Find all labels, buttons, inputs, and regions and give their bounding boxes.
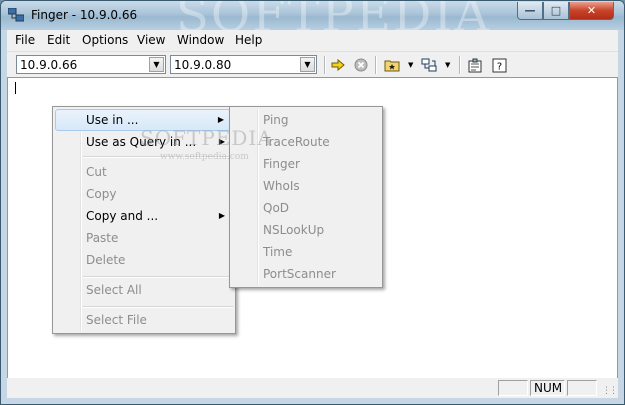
svg-text:?: ?: [496, 61, 501, 72]
submenu-item-portscanner[interactable]: PortScanner: [232, 263, 380, 285]
toolbar-separator: [375, 56, 377, 74]
menu-window[interactable]: Window: [177, 33, 224, 47]
menu-separator: [83, 276, 233, 278]
arrow-right-icon: [331, 59, 345, 71]
minimize-icon: —: [524, 4, 536, 17]
go-button[interactable]: [329, 56, 347, 74]
properties-button[interactable]: [466, 56, 484, 74]
submenu-item-finger[interactable]: Finger: [232, 153, 380, 175]
menu-item-label: Copy and ...: [86, 209, 159, 223]
window-title: Finger - 10.9.0.66: [31, 8, 138, 22]
softpedia-watermark: SOFTPEDIA: [140, 126, 273, 150]
menu-item-delete[interactable]: Delete: [55, 249, 233, 271]
help-icon: ?: [492, 58, 506, 72]
menu-item-cut[interactable]: Cut: [55, 161, 233, 183]
menu-file[interactable]: File: [15, 33, 35, 47]
toolbar-separator: [324, 56, 326, 74]
status-bar: NUM ⋮⋮: [7, 378, 618, 398]
submenu-arrow-icon: ▶: [218, 211, 225, 220]
network-button[interactable]: [420, 56, 438, 74]
app-network-icon: [8, 8, 24, 22]
menu-options[interactable]: Options: [82, 33, 128, 47]
maximize-icon: □: [550, 4, 562, 17]
submenu-item-qod[interactable]: QoD: [232, 197, 380, 219]
menu-item-copy-and[interactable]: Copy and ... ▶: [55, 205, 233, 227]
maximize-button[interactable]: □: [543, 2, 569, 20]
toolbar-separator: [459, 56, 461, 74]
menu-help[interactable]: Help: [235, 33, 262, 47]
target-host-combo[interactable]: 10.9.0.80 ▼: [170, 55, 317, 74]
folder-icon: [384, 60, 400, 72]
help-button[interactable]: ?: [490, 56, 508, 74]
menu-item-paste[interactable]: Paste: [55, 227, 233, 249]
text-caret: [15, 82, 16, 94]
folder-button[interactable]: [383, 56, 401, 74]
network-dropdown-icon[interactable]: ▼: [445, 61, 450, 69]
status-pane-empty: [498, 380, 528, 396]
menu-item-select-all[interactable]: Select All: [55, 279, 233, 301]
network-icon: [421, 58, 437, 72]
submenu-item-nslookup[interactable]: NSLookUp: [232, 219, 380, 241]
source-host-combo[interactable]: 10.9.0.66 ▼: [16, 55, 166, 74]
softpedia-url-watermark: www.softpedia.com: [160, 152, 249, 162]
stop-icon: [354, 58, 368, 72]
close-icon: ✕: [586, 4, 597, 17]
menu-bar: File Edit Options View Window Help: [7, 30, 618, 51]
menu-item-label: Use in ...: [86, 113, 139, 127]
chevron-down-icon[interactable]: ▼: [300, 57, 315, 72]
menu-edit[interactable]: Edit: [47, 33, 70, 47]
submenu-item-time[interactable]: Time: [232, 241, 380, 263]
toolbar: 10.9.0.66 ▼ 10.9.0.80 ▼ ▼ ▼ ?: [7, 51, 618, 78]
submenu-item-whois[interactable]: WhoIs: [232, 175, 380, 197]
menu-separator: [83, 306, 233, 308]
properties-icon: [468, 58, 482, 72]
status-pane-empty: [567, 380, 597, 396]
close-button[interactable]: ✕: [569, 2, 614, 20]
menu-view[interactable]: View: [137, 33, 165, 47]
minimize-button[interactable]: —: [517, 2, 543, 20]
resize-grip-icon[interactable]: ⋮⋮: [602, 386, 618, 396]
source-host-value: 10.9.0.66: [20, 58, 78, 72]
menu-item-select-file[interactable]: Select File: [55, 309, 233, 331]
chevron-down-icon[interactable]: ▼: [149, 57, 164, 72]
folder-dropdown-icon[interactable]: ▼: [408, 61, 413, 69]
target-host-value: 10.9.0.80: [174, 58, 232, 72]
stop-button[interactable]: [352, 56, 370, 74]
menu-item-copy[interactable]: Copy: [55, 183, 233, 205]
status-num: NUM: [530, 380, 565, 396]
title-bar[interactable]: SOFTPEDIA Finger - 10.9.0.66 — □ ✕: [1, 1, 624, 43]
